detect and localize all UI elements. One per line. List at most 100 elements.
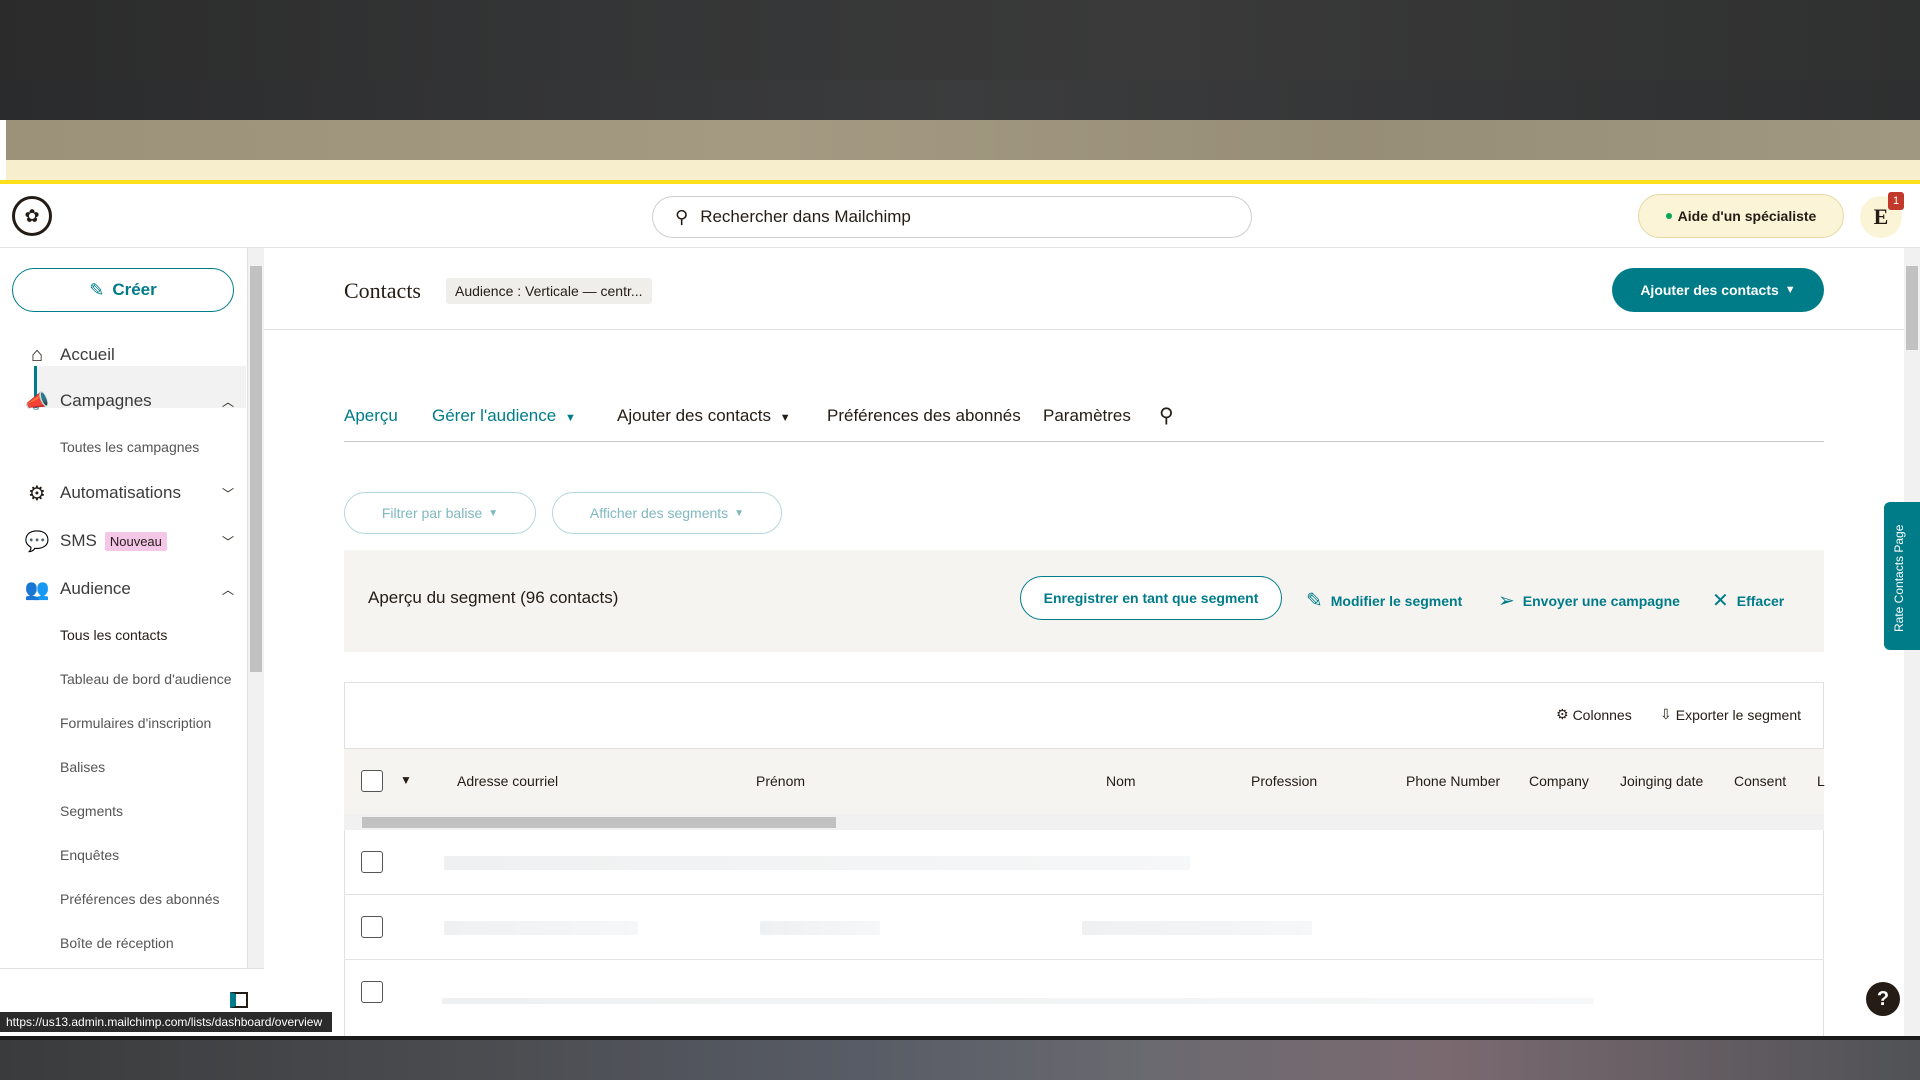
loading-placeholder (444, 921, 638, 935)
row-checkbox[interactable] (361, 981, 383, 1003)
rate-contacts-page-label: Rate Contacts Page (1892, 524, 1906, 632)
table-header: ▼ Adresse courriel Prénom Nom Profession… (344, 748, 1825, 814)
chevron-down-icon: ﹀ (221, 486, 234, 501)
filter-by-tag-button[interactable]: Filtrer par balise ▼ (344, 492, 536, 534)
sidebar-item-tags[interactable]: Balises (60, 752, 240, 782)
show-segments-button[interactable]: Afficher des segments ▼ (552, 492, 782, 534)
new-badge: Nouveau (104, 531, 167, 551)
select-menu-chevron-icon[interactable]: ▼ (400, 773, 412, 787)
audience-tag[interactable]: Audience : Verticale — centr... (446, 278, 652, 304)
column-header-truncated[interactable]: L (1817, 773, 1825, 789)
select-all-checkbox[interactable] (361, 770, 383, 792)
collapse-sidebar-icon[interactable] (230, 992, 248, 1008)
page-scroll-thumb[interactable] (1906, 266, 1918, 350)
sidebar-item-label: Campagnes (60, 391, 152, 410)
blurred-banner-strip (6, 160, 1920, 180)
add-contacts-label: Ajouter des contacts (1640, 282, 1779, 298)
search-placeholder: Rechercher dans Mailchimp (700, 207, 911, 226)
save-as-segment-button[interactable]: Enregistrer en tant que segment (1020, 576, 1282, 620)
sidebar-item-subscriber-preferences[interactable]: Préférences des abonnés (60, 884, 240, 914)
column-header-first-name[interactable]: Prénom (756, 773, 805, 789)
add-contacts-button[interactable]: Ajouter des contacts ▼ (1612, 268, 1824, 312)
send-campaign-label: Envoyer une campagne (1522, 592, 1680, 609)
audience-tabs: Aperçu Gérer l'audience ▼ Ajouter des co… (344, 403, 1824, 442)
page-title: Contacts (344, 278, 421, 303)
close-icon: ✕ (1712, 590, 1729, 612)
mailchimp-logo-icon[interactable]: ✿ (12, 196, 52, 236)
expert-help-button[interactable]: Aide d'un spécialiste (1638, 194, 1844, 238)
chevron-down-icon: ▼ (734, 507, 745, 519)
sidebar-item-segments[interactable]: Segments (60, 796, 240, 826)
columns-label: Colonnes (1572, 706, 1632, 723)
chevron-down-icon: ▼ (1784, 284, 1796, 296)
sms-icon: 💬 (24, 530, 50, 553)
sidebar-item-sms[interactable]: 💬 SMS Nouveau ﹀ (24, 526, 234, 556)
sidebar-item-inbox[interactable]: Boîte de réception (60, 928, 240, 958)
sidebar-item-audience-dashboard[interactable]: Tableau de bord d'audience (60, 664, 240, 694)
sidebar-item-signup-forms[interactable]: Formulaires d'inscription (60, 708, 240, 738)
blurred-browser-chrome (0, 0, 1920, 80)
column-header-joining-date[interactable]: Joinging date (1620, 773, 1703, 789)
sidebar-item-home[interactable]: ⌂ Accueil (24, 340, 234, 370)
chevron-down-icon: ▼ (488, 507, 499, 519)
column-header-profession[interactable]: Profession (1251, 773, 1317, 789)
row-checkbox[interactable] (361, 851, 383, 873)
row-checkbox[interactable] (361, 916, 383, 938)
loading-placeholder (1082, 921, 1312, 935)
columns-button[interactable]: ⚙ Colonnes (1556, 706, 1632, 723)
sidebar-item-label: Automatisations (60, 483, 181, 502)
help-question-icon[interactable]: ? (1866, 982, 1900, 1016)
sidebar-scroll-thumb[interactable] (250, 266, 262, 672)
table-scroll-thumb[interactable] (362, 817, 836, 828)
app-header: ✿ ⚲ Rechercher dans Mailchimp Aide d'un … (0, 184, 1920, 248)
tab-subscriber-preferences[interactable]: Préférences des abonnés (827, 406, 1021, 426)
search-input[interactable]: ⚲ Rechercher dans Mailchimp (652, 196, 1252, 238)
column-header-email[interactable]: Adresse courriel (457, 773, 558, 789)
automation-icon: ⚙ (28, 482, 46, 505)
chevron-down-icon: ▼ (564, 412, 576, 424)
edit-segment-button[interactable]: ✎ Modifier le segment (1306, 588, 1462, 613)
rate-contacts-page-tab[interactable]: Rate Contacts Page (1884, 502, 1920, 650)
loading-placeholder (442, 998, 1594, 1004)
show-segments-label: Afficher des segments (589, 505, 729, 521)
sidebar-item-all-campaigns[interactable]: Toutes les campagnes (60, 432, 240, 462)
sidebar-item-surveys[interactable]: Enquêtes (60, 840, 240, 870)
tab-label: Ajouter des contacts (617, 406, 772, 425)
filter-by-tag-label: Filtrer par balise (381, 505, 483, 521)
expert-help-label: Aide d'un spécialiste (1677, 208, 1817, 224)
tab-manage-audience[interactable]: Gérer l'audience ▼ (432, 406, 576, 426)
sidebar-item-campaigns[interactable]: 📣 Campagnes ︿ (24, 386, 234, 416)
sidebar-item-automations[interactable]: ⚙ Automatisations ﹀ (24, 478, 234, 508)
pencil-icon: ✎ (89, 279, 105, 300)
sidebar-item-all-contacts[interactable]: Tous les contacts (60, 620, 240, 650)
sidebar-item-label: SMS (60, 531, 97, 550)
loading-placeholder (444, 856, 1190, 870)
column-header-company[interactable]: Company (1529, 773, 1589, 789)
tab-overview[interactable]: Aperçu (344, 406, 398, 426)
chevron-down-icon: ▼ (779, 412, 791, 424)
export-segment-button[interactable]: ⇩ Exporter le segment (1660, 706, 1801, 723)
online-dot-icon (1665, 213, 1672, 219)
edit-segment-label: Modifier le segment (1330, 592, 1463, 609)
table-row[interactable] (344, 960, 1824, 1025)
column-header-phone[interactable]: Phone Number (1406, 773, 1500, 789)
sidebar-item-audience[interactable]: 👥 Audience ︿ (24, 574, 234, 604)
create-button[interactable]: ✎ Créer (12, 268, 234, 312)
tab-add-contacts[interactable]: Ajouter des contacts ▼ (617, 406, 791, 426)
segment-title: Aperçu du segment (96 contacts) (368, 588, 619, 607)
column-header-last-name[interactable]: Nom (1106, 773, 1136, 789)
table-row[interactable] (344, 895, 1824, 960)
table-row[interactable] (344, 830, 1824, 895)
clear-button[interactable]: ✕ Effacer (1712, 588, 1784, 613)
home-icon: ⌂ (30, 343, 44, 366)
taskbar-border (0, 1036, 1920, 1040)
column-header-consent[interactable]: Consent (1734, 773, 1786, 789)
blurred-taskbar (0, 1036, 1920, 1080)
chevron-up-icon: ︿ (221, 394, 234, 409)
loading-placeholder (760, 921, 880, 935)
tab-settings[interactable]: Paramètres (1043, 406, 1131, 426)
chevron-up-icon: ︿ (221, 582, 234, 597)
send-campaign-button[interactable]: ➢ Envoyer une campagne (1498, 588, 1680, 613)
search-icon[interactable]: ⚲ (1159, 403, 1174, 428)
table-toolbar: ⚙ Colonnes ⇩ Exporter le segment (344, 700, 1810, 730)
